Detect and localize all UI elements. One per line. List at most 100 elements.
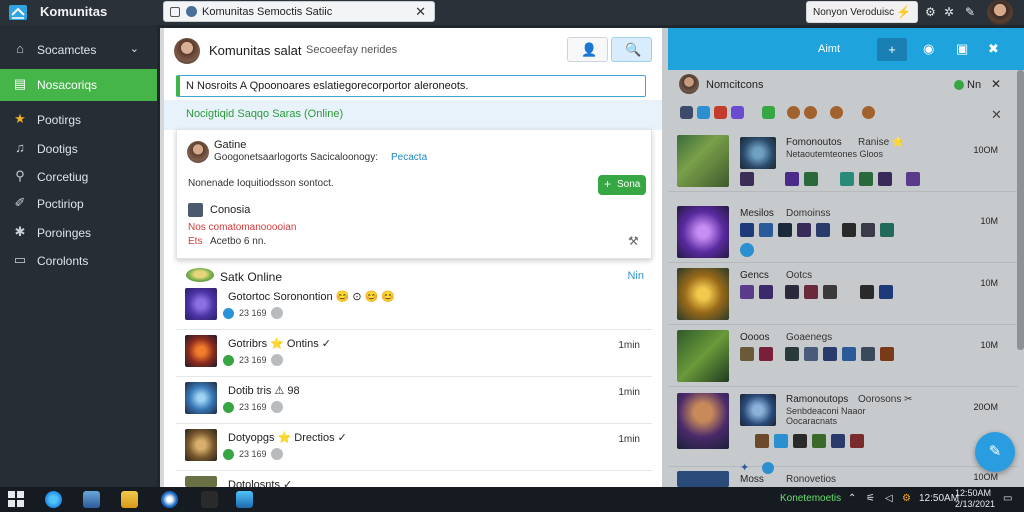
feed-item[interactable]: Oooos Goaenegs 10M xyxy=(668,325,1018,387)
filter-icon[interactable] xyxy=(787,106,800,119)
filter-icon[interactable] xyxy=(731,106,744,119)
message-input[interactable]: N Nosroits A Qpoonoares eslatiegorecorpo… xyxy=(176,75,646,97)
feed-title: Fomonoutos xyxy=(786,137,842,148)
badge-icon xyxy=(759,347,773,361)
badge-icon xyxy=(740,243,754,257)
badge-icon xyxy=(740,172,754,186)
security-icon[interactable]: ⚙ xyxy=(902,493,911,504)
badge-icon xyxy=(797,223,811,237)
chat-title: Komunitas salat xyxy=(209,43,302,58)
filter-icon[interactable] xyxy=(830,106,843,119)
filter-icon[interactable] xyxy=(680,106,693,119)
sidebar-item-label: Dootigs xyxy=(37,142,78,156)
add-button[interactable]: + xyxy=(877,38,907,61)
pin-icon[interactable]: ✎ xyxy=(965,5,975,19)
filter-icon[interactable] xyxy=(804,106,817,119)
filter-icon[interactable] xyxy=(762,106,775,119)
badge-icon xyxy=(740,347,754,361)
user-avatar[interactable] xyxy=(987,0,1013,25)
chevron-up-icon[interactable]: ⌃ xyxy=(848,493,856,504)
clock[interactable]: 12:50AM 2/13/2021 xyxy=(955,488,995,510)
online-title: Satk Online xyxy=(220,270,283,284)
notification-icon[interactable]: ▭ xyxy=(1003,493,1012,504)
activity-title: Aimt xyxy=(818,43,840,55)
feed-image xyxy=(677,330,729,382)
send-button[interactable]: + Sona xyxy=(598,175,646,195)
badge-icon xyxy=(804,347,818,361)
activity-subtitle: Nomcitcons xyxy=(706,79,764,91)
url-bar[interactable]: Komunitas Semoctis Satiic ✕ xyxy=(163,1,435,22)
list-item-time: 1min xyxy=(618,387,640,398)
settings-icon[interactable]: ⚙ xyxy=(925,5,936,19)
list-item[interactable]: Dotib tris ⚠ 98 23 169 1min xyxy=(176,378,652,424)
url-text: Komunitas Semoctis Satiic xyxy=(202,6,333,18)
badge-icon xyxy=(842,223,856,237)
sidebar-item-label: Poctiriop xyxy=(37,197,84,211)
game-thumbnail xyxy=(185,335,217,367)
feed-item[interactable]: Gencs Ootcs 10M xyxy=(668,263,1018,325)
list-item[interactable]: Dotyopgs ⭐ Drectios ✓ 23 169 1min xyxy=(176,425,652,471)
app-logo-icon xyxy=(9,5,27,20)
sidebar-item-pins[interactable]: ✐ Poctiriop xyxy=(0,188,157,220)
edge-icon[interactable] xyxy=(161,491,178,508)
badge-icon xyxy=(785,172,799,186)
list-item-name: Gotribrs ⭐ Ontins ✓ xyxy=(228,338,331,350)
feed-item[interactable]: Fomonoutos Ranise ⭐ Netaoutemteones Gloo… xyxy=(668,130,1018,192)
badge-icon xyxy=(880,223,894,237)
list-item-time: 1min xyxy=(618,340,640,351)
sidebar-item-home[interactable]: ⌂ Socamctes ⌄ xyxy=(0,34,157,66)
close-icon[interactable]: ✕ xyxy=(991,77,1001,91)
folder-icon[interactable] xyxy=(83,491,100,508)
sidebar-item-favorites[interactable]: ★ Pootirgs xyxy=(0,104,157,136)
notification-chip[interactable]: Nonyon Veroduisc ⚡ xyxy=(806,1,918,23)
feed-item[interactable]: Mesilos Domoinss 10M xyxy=(668,201,1018,263)
avatar[interactable] xyxy=(187,141,209,163)
feed-time: 10M xyxy=(980,340,998,350)
sidebar-item-messages[interactable]: ▭ Corolonts xyxy=(0,245,157,277)
avatar[interactable] xyxy=(679,74,699,94)
feed-time: 20OM xyxy=(973,402,998,412)
feed-item[interactable]: Moss Ronovetios 10OM xyxy=(668,467,1018,487)
feed-subtitle: Ranise ⭐ xyxy=(858,137,905,148)
windows-start-icon[interactable] xyxy=(8,491,24,507)
close-icon[interactable]: ✕ xyxy=(991,107,1002,123)
badge-icon xyxy=(906,172,920,186)
list-item[interactable]: Dotolosnts ✓ xyxy=(176,472,652,491)
group-tag-row[interactable]: Nocigtiqid Saqqo Saras (Online) xyxy=(164,100,662,130)
collapse-icon[interactable]: ✖ xyxy=(988,41,999,57)
chat-header: Komunitas salat Secoeefay nerides 👤 🔍 xyxy=(164,28,662,73)
gear-icon[interactable]: ✲ xyxy=(944,5,954,19)
app-icon[interactable] xyxy=(201,491,218,508)
filter-icon[interactable] xyxy=(697,106,710,119)
tool-icon[interactable]: ⚒ xyxy=(628,234,639,248)
list-item[interactable]: Gotortoc Soronontion 😊 ⊙ 😊 😊 23 169 xyxy=(176,284,652,330)
home-icon: ⌂ xyxy=(16,41,24,56)
pin-icon: ✐ xyxy=(14,195,26,210)
browser-icon[interactable] xyxy=(45,491,62,508)
badge-icon xyxy=(880,347,894,361)
card-link[interactable]: Pecacta xyxy=(391,152,427,163)
list-item[interactable]: Gotribrs ⭐ Ontins ✓ 23 169 1min xyxy=(176,331,652,377)
card-section-title: Conosia xyxy=(210,204,251,216)
filter-icon[interactable] xyxy=(862,106,875,119)
profile-button[interactable]: 👤 xyxy=(567,37,608,62)
window-icon[interactable]: ▣ xyxy=(956,41,968,57)
refresh-icon[interactable]: ◉ xyxy=(923,41,934,57)
file-explorer-icon[interactable] xyxy=(121,491,138,508)
close-icon[interactable]: ✕ xyxy=(415,4,426,20)
scrollbar[interactable] xyxy=(1017,70,1024,350)
search-button[interactable]: 🔍 xyxy=(611,37,652,62)
volume-icon[interactable]: ◁ xyxy=(885,493,893,504)
online-link[interactable]: Nin xyxy=(627,270,644,282)
avatar[interactable] xyxy=(174,38,200,64)
badge-icon xyxy=(759,285,773,299)
compose-button[interactable]: ✎ xyxy=(975,432,1015,472)
badge-icon xyxy=(812,434,826,448)
feed-image xyxy=(677,393,729,449)
network-icon[interactable]: ⚟ xyxy=(866,493,875,504)
feed-item[interactable]: Ramonoutops Oorosons ✂ Senbdeaconi Naaor… xyxy=(668,387,1018,474)
feed-title: Mesilos xyxy=(740,208,774,219)
sidebar-item-dashboard[interactable]: ▤ Nosacoriqs xyxy=(0,69,157,101)
filter-icon[interactable] xyxy=(714,106,727,119)
store-icon[interactable] xyxy=(236,491,253,508)
